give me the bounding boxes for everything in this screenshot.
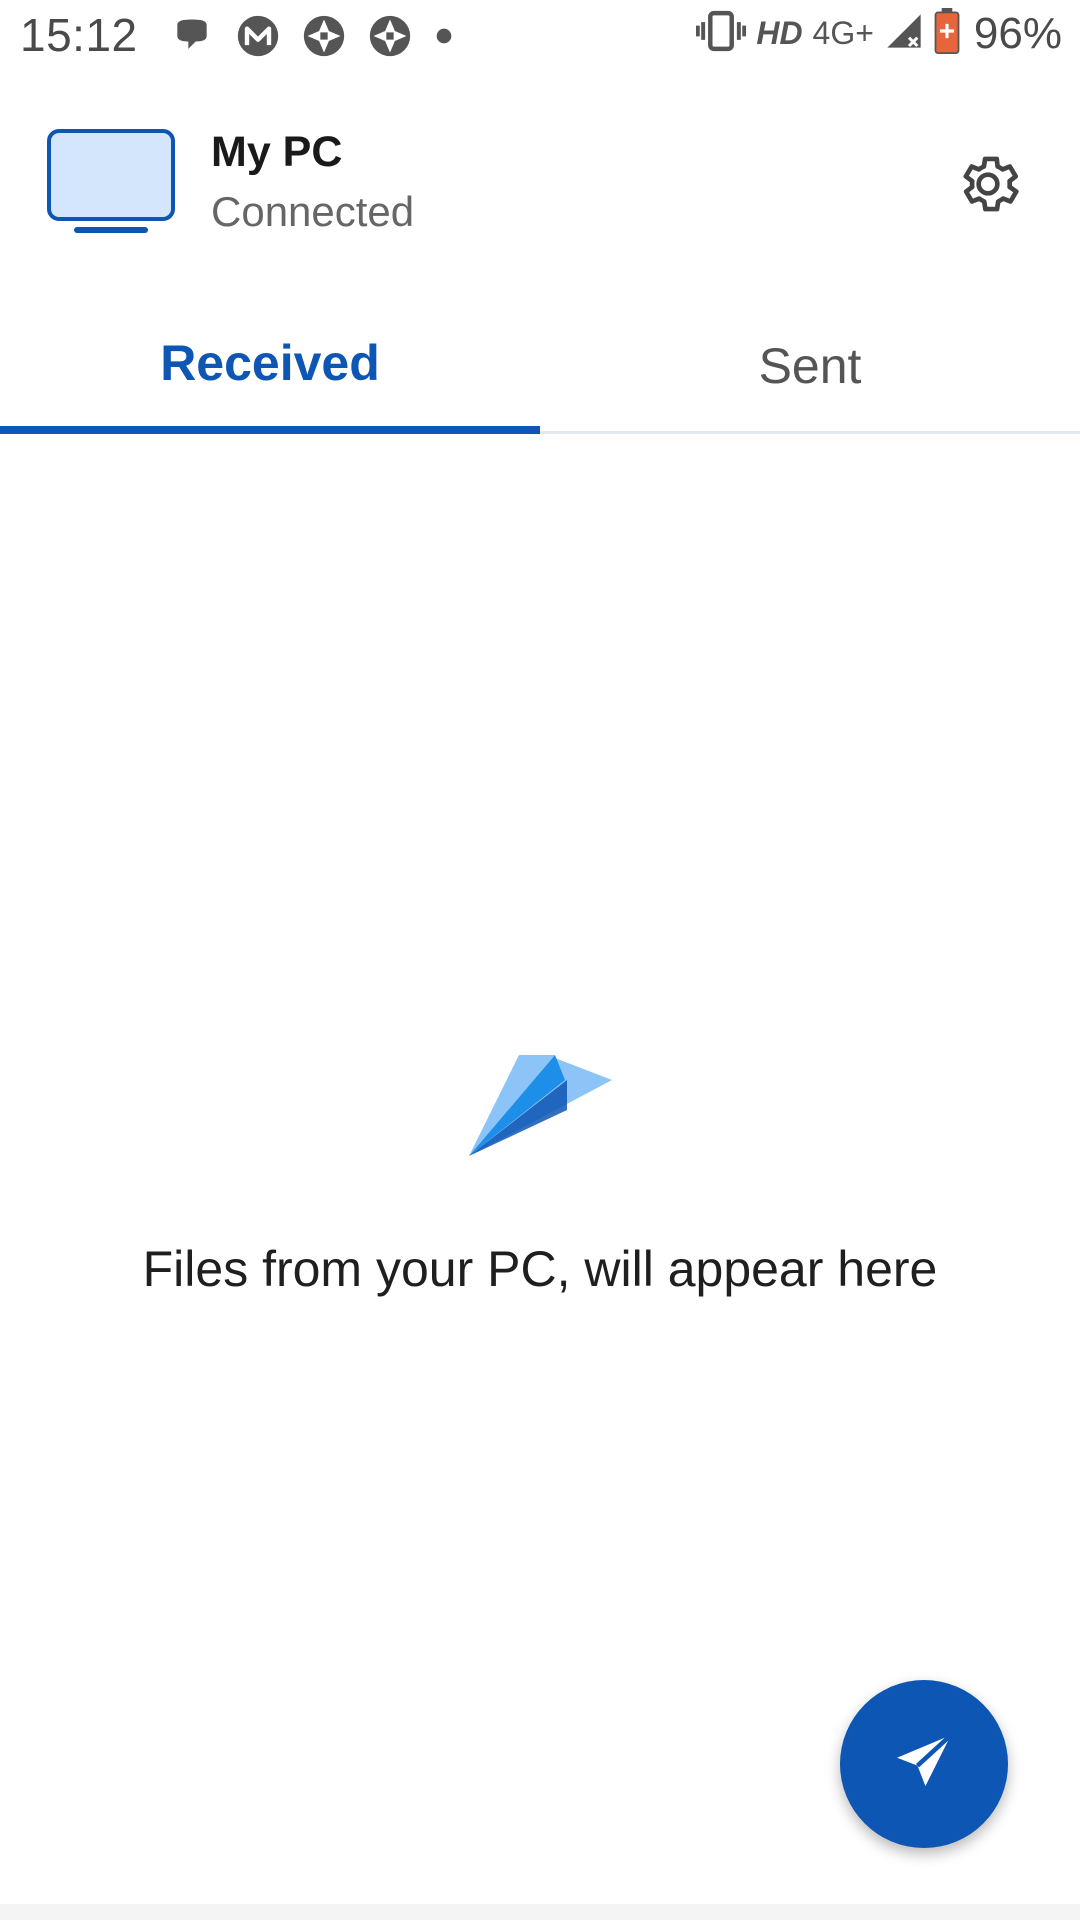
aperture-icon [368, 14, 412, 58]
device-header: My PC Connected [0, 110, 1080, 250]
tab-sent-label: Sent [758, 337, 862, 394]
empty-state: Files from your PC, will appear here [0, 1050, 1080, 1298]
status-time: 15:12 [20, 9, 138, 61]
send-file-button[interactable] [840, 1680, 1008, 1848]
tab-received-label: Received [160, 335, 380, 391]
network-label: 4G+ [812, 15, 874, 51]
monitor-icon [46, 128, 176, 240]
device-status: Connected [211, 188, 415, 235]
aperture-icon [302, 14, 346, 58]
tab-bar: Received Sent [0, 320, 1080, 434]
hd-label: HD [756, 15, 803, 51]
status-bar: 15:12 HD 4G+ 96% [0, 0, 1080, 78]
signal-icon [884, 11, 924, 56]
notification-icons [170, 14, 454, 58]
settings-button[interactable] [948, 146, 1028, 226]
m-app-icon [236, 14, 280, 58]
gear-icon [953, 149, 1023, 224]
tab-sent[interactable]: Sent [540, 320, 1080, 434]
system-status: HD 4G+ 96% [696, 8, 1062, 59]
device-name: My PC [211, 128, 343, 176]
empty-state-message: Files from your PC, will appear here [142, 1241, 938, 1297]
chat-bubble-icon [170, 14, 214, 58]
send-icon [890, 1728, 958, 1801]
dot-icon [434, 14, 454, 58]
tab-received[interactable]: Received [0, 320, 540, 434]
vibrate-icon [696, 9, 747, 58]
battery-icon [934, 8, 960, 59]
navigation-bar-hint [0, 1904, 1080, 1920]
battery-percent: 96% [973, 8, 1062, 58]
paper-plane-icon [0, 1050, 1080, 1160]
